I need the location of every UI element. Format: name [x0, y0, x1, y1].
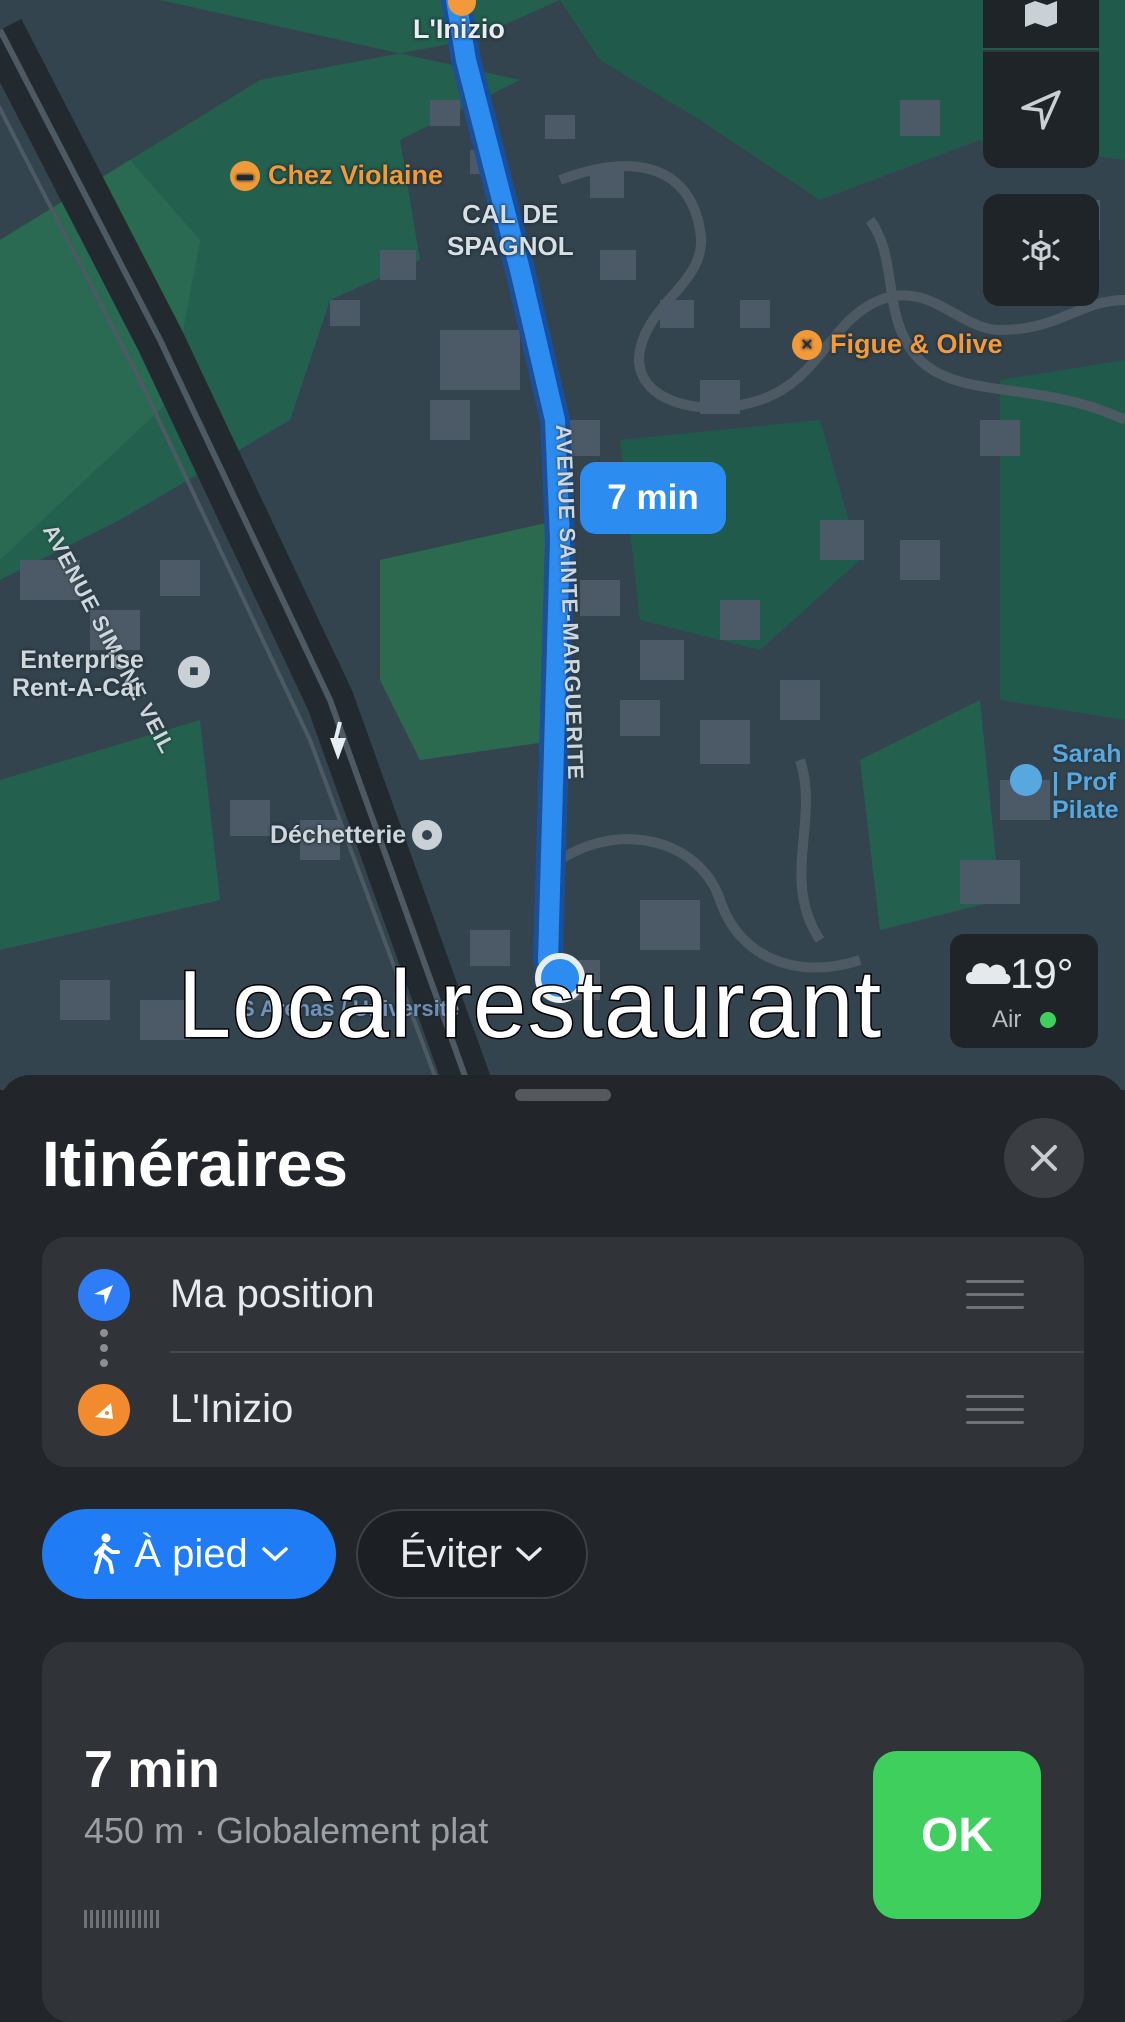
waypoint-to-label: L'Inizio	[170, 1387, 294, 1431]
chevron-down-icon	[261, 1547, 288, 1562]
map-view[interactable]: L'Inizio ▬ Chez Violaine CAL DE SPAGNOL …	[0, 0, 1125, 1090]
video-caption: Local restaurant	[176, 950, 883, 1060]
destination-pin-label[interactable]: L'Inizio	[413, 14, 505, 45]
shop-icon: ▬	[230, 160, 260, 191]
drag-handle-icon[interactable]	[966, 1395, 1024, 1434]
waypoint-to[interactable]: L'Inizio	[42, 1352, 1084, 1467]
poi-enterprise-line1: Enterprise	[20, 646, 144, 674]
weather-widget[interactable]: 19° Air	[950, 934, 1098, 1048]
air-quality-dot	[1040, 1012, 1056, 1028]
waypoint-from[interactable]: Ma position	[42, 1237, 1084, 1352]
avoid-options-button[interactable]: Éviter	[356, 1509, 588, 1599]
chevron-down-icon	[516, 1547, 542, 1562]
walking-icon	[94, 1533, 121, 1574]
poi-figue-olive[interactable]: ✕ Figue & Olive	[792, 329, 1003, 360]
poi-enterprise-line2: Rent-A-Car	[12, 674, 144, 702]
area-label-line2: SPAGNOL	[447, 231, 574, 261]
poi-sarah[interactable]: Sarah | Prof Pilate	[1010, 740, 1121, 824]
3d-view-icon	[1022, 230, 1060, 270]
drag-handle-icon[interactable]	[966, 1280, 1024, 1319]
route-duration: 7 min	[84, 1741, 220, 1799]
poi-sarah-line1: Sarah	[1052, 740, 1122, 768]
sheet-title: Itinéraires	[42, 1128, 348, 1200]
route-time-bubble[interactable]: 7 min	[580, 462, 726, 534]
transport-mode-label: À pied	[134, 1531, 248, 1576]
area-label-line1: CAL DE	[462, 199, 559, 229]
map-mode-button[interactable]	[983, 0, 1099, 48]
transport-mode-button[interactable]: À pied	[42, 1509, 336, 1599]
elevation-graph	[84, 1910, 159, 1928]
poi-chez-violaine[interactable]: ▬ Chez Violaine	[230, 160, 443, 191]
poi-figue-olive-label: Figue & Olive	[830, 329, 1003, 359]
restaurant-icon: ✕	[792, 329, 822, 360]
close-button[interactable]	[1004, 1118, 1084, 1198]
cloud-icon	[962, 956, 1012, 984]
poi-sarah-line3: Pilate	[1052, 796, 1119, 824]
poi-chez-violaine-label: Chez Violaine	[268, 160, 444, 190]
location-arrow-icon	[78, 1269, 130, 1321]
poi-dechetterie[interactable]: Déchetterie	[270, 820, 443, 850]
waypoint-from-label: Ma position	[170, 1272, 375, 1316]
poi-dechetterie-label: Déchetterie	[270, 820, 407, 849]
car-icon: ■	[178, 656, 210, 688]
area-label: CAL DE SPAGNOL	[447, 198, 574, 262]
waypoints-list: Ma position L'Inizio	[42, 1237, 1084, 1467]
location-arrow-icon	[1021, 90, 1061, 130]
avoid-label: Éviter	[399, 1531, 503, 1576]
close-icon	[1031, 1145, 1057, 1171]
person-icon	[1010, 764, 1042, 796]
map-icon	[1025, 1, 1057, 27]
air-quality-label: Air	[992, 1006, 1022, 1033]
look-around-button[interactable]	[983, 194, 1099, 306]
temperature: 19°	[1010, 950, 1074, 997]
poi-enterprise[interactable]: Enterprise Rent-A-Car	[12, 646, 144, 702]
directions-sheet: Itinéraires Ma position L'Inizio À pied …	[0, 1075, 1125, 2022]
sheet-grabber[interactable]	[515, 1089, 611, 1101]
poi-sarah-line2: | Prof	[1052, 768, 1116, 796]
go-button[interactable]: OK	[873, 1751, 1041, 1919]
poi-dot-icon	[412, 820, 443, 850]
route-option-card[interactable]: 7 min 450 m · Globalement plat OK	[42, 1642, 1084, 2022]
pizza-icon	[78, 1384, 130, 1436]
route-details: 450 m · Globalement plat	[84, 1810, 489, 1851]
locate-button[interactable]	[983, 50, 1099, 168]
